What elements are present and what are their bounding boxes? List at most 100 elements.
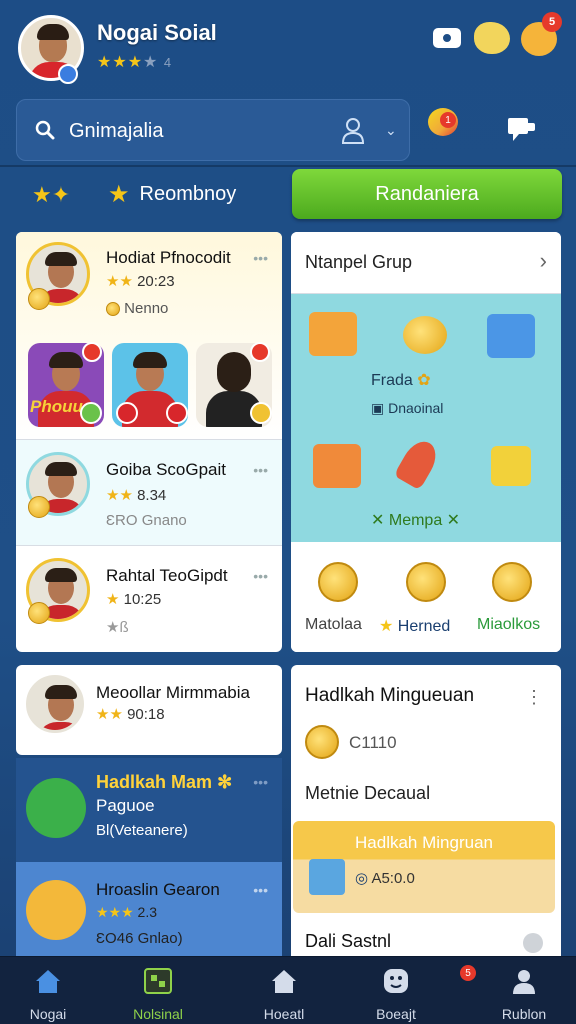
nav-item-games[interactable]: Nolsinal	[110, 957, 206, 1024]
nav-label: Nogai	[29, 1006, 67, 1022]
friend-name: Goiba ScoGpait	[106, 460, 227, 479]
nav-notification-badge: 5	[460, 965, 476, 981]
coin-option-label: Matolaa	[305, 616, 362, 633]
game-icon[interactable]	[26, 880, 86, 940]
setting-toggle[interactable]	[523, 933, 543, 953]
more-icon[interactable]: •••	[253, 568, 268, 584]
tile-badge	[250, 342, 270, 362]
hammer-icon[interactable]	[393, 435, 443, 491]
profile-rating: ★★★★ 4	[97, 52, 172, 72]
game-row[interactable]: Hadlkah Mam ✻ Paguoe Bl(Veteanere) •••	[16, 758, 282, 862]
friend-row[interactable]: Hodiat Pfnocodit ★★ 20:23 Nenno ••• Phou…	[16, 232, 282, 440]
primary-action-button[interactable]: Randaniera	[292, 169, 562, 219]
promo-banner[interactable]: Hadlkah Mingruan ◎ A5:0.0	[293, 821, 555, 913]
tile-label: Phouu	[30, 397, 83, 416]
badge-icon: ◎	[355, 870, 369, 887]
shop-grid: Frada ✿ ▣ Dnaoinal ✕ Mempa ✕	[291, 294, 561, 542]
gift-box-icon	[309, 859, 345, 895]
friend-tag: ƐRO Gnano	[106, 512, 187, 529]
chevron-down-icon[interactable]: ⌄	[385, 122, 397, 139]
coin-icon	[28, 496, 50, 518]
nav-label: Rublon	[501, 1006, 547, 1022]
coin-icon	[116, 402, 138, 424]
treasure-box-icon[interactable]	[313, 444, 361, 488]
filter-chip-label: Reombnoy	[139, 183, 237, 205]
star-icon: ★	[108, 181, 130, 208]
game-detail: Bl(Veteanere)	[96, 822, 188, 839]
more-icon[interactable]: •••	[253, 462, 268, 478]
shop-line1: Frada ✿	[371, 370, 431, 390]
search-icon[interactable]	[35, 120, 55, 140]
friend-tag: ★ß	[106, 619, 129, 636]
nav-item-profile[interactable]: Rublon	[476, 957, 572, 1024]
coin-option[interactable]	[469, 562, 555, 602]
coin-stack-icon	[318, 562, 358, 602]
notification-badge: 5	[542, 12, 562, 32]
home-icon	[36, 970, 60, 993]
more-icon[interactable]: •••	[253, 882, 268, 898]
coin-option-text: Herned	[397, 618, 451, 635]
game-title: Hadlkah Mam ✻	[96, 772, 232, 793]
game-row[interactable]: Hroaslin Gearon ★★★ 2.3 ƐO46 Gnlao) •••	[16, 862, 282, 962]
game-meta: ★★★ 2.3	[96, 904, 157, 921]
kebab-menu-icon[interactable]: ⋮	[525, 687, 543, 708]
smiley-icon	[384, 969, 408, 993]
filter-chip[interactable]: ★ Reombnoy	[108, 180, 236, 209]
gift-box-icon[interactable]	[309, 312, 357, 356]
coin-option[interactable]	[295, 562, 381, 602]
friend-stars: ★★	[106, 487, 133, 504]
friend-time: 20:23	[137, 273, 175, 290]
mission-card: Hadlkah Mingueuan ⋮ C1110 Metnie Decaual…	[291, 665, 561, 965]
nav-item-home[interactable]: Nogai	[0, 957, 96, 1024]
coin-icon	[106, 302, 120, 317]
chevron-right-icon[interactable]: ›	[540, 248, 547, 274]
coin-stack-icon[interactable]	[403, 316, 447, 354]
friend-row[interactable]: Goiba ScoGpait ★★ 8.34 ƐRO Gnano •••	[16, 440, 282, 546]
rating-suffix: 4	[163, 55, 173, 70]
coin-option[interactable]	[383, 562, 469, 602]
game-stars: ★★★	[96, 904, 134, 920]
friend-time: 90:18	[127, 706, 165, 723]
pet-blob-icon[interactable]	[474, 22, 510, 54]
filter-stars-icon[interactable]: ★✦	[32, 182, 70, 208]
coin-icon	[80, 402, 102, 424]
friends-card: Hodiat Pfnocodit ★★ 20:23 Nenno ••• Phou…	[16, 232, 282, 652]
coin-icon	[28, 602, 50, 624]
setting-label: Dali Sastnl	[305, 931, 392, 951]
ball-notification-badge: 1	[440, 112, 456, 128]
coin-value: C1110	[349, 733, 397, 752]
friend-avatar[interactable]	[26, 675, 84, 733]
basket-icon[interactable]	[491, 446, 531, 486]
shop-header[interactable]: Ntanpel Grup ›	[291, 232, 561, 294]
friend-stars: ★★	[106, 273, 133, 290]
recent-friend-card[interactable]: Meoollar Mirmmabia ★★ 90:18	[16, 665, 282, 755]
friend-row[interactable]: Rahtal TeoGipdt ★ 10:25 ★ß •••	[16, 546, 282, 652]
house-icon	[272, 970, 296, 993]
profile-icon	[513, 970, 535, 994]
sparkle-coin-icon	[492, 562, 532, 602]
games-panel: Hadlkah Mam ✻ Paguoe Bl(Veteanere) ••• H…	[16, 758, 282, 962]
dollar-coin-icon	[406, 562, 446, 602]
game-title: Hroaslin Gearon	[96, 880, 220, 899]
coin-jar-icon[interactable]	[487, 314, 535, 358]
search-input[interactable]	[69, 114, 329, 148]
search-bar[interactable]: ⌄	[16, 99, 410, 161]
more-icon[interactable]: •••	[253, 774, 268, 790]
chat-icon[interactable]	[505, 114, 537, 144]
header-divider	[0, 165, 576, 167]
nav-item-house[interactable]: Hoeatl	[236, 957, 332, 1024]
nav-item-face[interactable]: Boeajt	[348, 957, 444, 1024]
coin-options: Matolaa ★ Herned Miaolkos	[291, 542, 561, 652]
friend-meta: ★★ 90:18	[96, 705, 165, 723]
more-icon[interactable]: •••	[253, 250, 268, 266]
friend-meta: ★★ 20:23	[106, 272, 175, 290]
coin-icon	[28, 288, 50, 310]
coin-icon	[166, 402, 188, 424]
camera-icon[interactable]	[431, 22, 463, 54]
game-icon[interactable]	[26, 778, 86, 838]
shop-line2-text: Dnaoinal	[388, 400, 444, 416]
nav-label: Boeajt	[376, 1006, 416, 1022]
shop-line3: ✕ Mempa ✕	[371, 512, 461, 529]
verified-badge-icon	[58, 64, 78, 84]
user-icon[interactable]	[341, 116, 365, 144]
